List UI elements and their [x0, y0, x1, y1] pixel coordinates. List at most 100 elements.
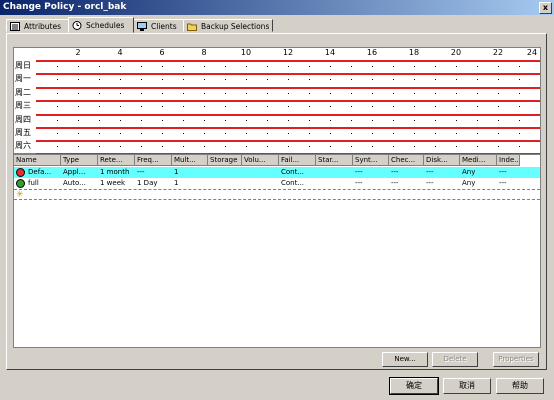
table-cell: 1: [174, 179, 179, 187]
cancel-button[interactable]: 取消: [443, 378, 491, 394]
hour-tick: [498, 119, 499, 121]
tab-attributes[interactable]: Attributes: [6, 19, 69, 32]
hour-tick: [78, 119, 79, 121]
table-header: Name Type Rete... Freq... Mult... Storage Volu…: [14, 155, 540, 166]
hour-tick: [78, 146, 79, 148]
table-cell: [208, 178, 242, 189]
table-cell: Cont...: [281, 179, 305, 187]
hour-tick: [183, 133, 184, 134]
delete-button[interactable]: Delete: [432, 352, 478, 367]
table-row[interactable]: Defa... Appl... 1 month --- 1 Cont... --- --- --…: [14, 167, 540, 178]
hour-tick: [456, 66, 457, 67]
hour-tick: [330, 119, 331, 121]
column-header[interactable]: Chec...: [389, 155, 424, 166]
ok-button[interactable]: 确定: [389, 377, 439, 395]
column-header[interactable]: Disk...: [424, 155, 460, 166]
hour-tick: [141, 133, 142, 134]
hour-tick: [183, 79, 184, 81]
hour-tick: [435, 92, 436, 94]
hour-tick: [78, 92, 79, 94]
new-button[interactable]: New...: [382, 352, 428, 367]
tab-backup-selections[interactable]: Backup Selections: [183, 19, 273, 32]
column-header[interactable]: Storage: [208, 155, 242, 166]
column-header[interactable]: Fail...: [279, 155, 316, 166]
tab-clients[interactable]: Clients: [133, 19, 184, 32]
tab-schedules[interactable]: Schedules: [68, 17, 134, 33]
properties-button[interactable]: Properties: [493, 352, 539, 367]
hour-tick: [225, 92, 226, 94]
title-bar: Change Policy - orcl_bak x: [0, 0, 554, 15]
new-schedule-row[interactable]: ✳: [14, 189, 540, 200]
hour-tick: [162, 66, 163, 67]
hour-label: 24: [526, 48, 538, 57]
column-header[interactable]: Medi...: [460, 155, 497, 166]
hour-tick: [204, 66, 205, 67]
hour-tick: [99, 119, 100, 121]
hour-label: 6: [159, 48, 165, 57]
hour-tick: [309, 92, 310, 94]
hour-tick: [498, 106, 499, 108]
table-cell: Auto...: [63, 179, 86, 187]
tab-backup-selections-label: Backup Selections: [201, 22, 270, 31]
hour-label: 4: [117, 48, 123, 57]
close-button[interactable]: x: [539, 2, 552, 14]
hour-tick: [372, 146, 373, 148]
table-row[interactable]: full Auto... 1 week 1 Day 1 Cont... --- --- --- A…: [14, 178, 540, 189]
hour-tick: [141, 106, 142, 108]
hour-tick: [162, 119, 163, 121]
hour-tick: [477, 66, 478, 67]
hour-tick: [414, 79, 415, 81]
hour-tick: [288, 146, 289, 148]
hour-label: 22: [492, 48, 504, 57]
hour-tick: [120, 119, 121, 121]
column-header[interactable]: Freq...: [135, 155, 172, 166]
hour-label: 18: [408, 48, 420, 57]
hour-tick: [372, 92, 373, 94]
column-header[interactable]: Rete...: [98, 155, 135, 166]
column-header[interactable]: Star...: [316, 155, 353, 166]
help-button[interactable]: 帮助: [496, 378, 544, 394]
hour-tick: [351, 133, 352, 134]
table-cell: ---: [499, 168, 507, 176]
schedule-grid[interactable]: 2 4 6 8 10 12 14 16 18 20 22 24 周日 周一 周二 周三 周四 周五 周六: [13, 47, 541, 155]
column-header[interactable]: Name: [14, 155, 61, 166]
hour-tick: [57, 146, 58, 148]
table-cell: ---: [137, 168, 145, 176]
hour-tick: [246, 119, 247, 121]
hour-tick: [351, 106, 352, 108]
hour-tick: [456, 106, 457, 108]
day-label: 周一: [15, 74, 31, 84]
hour-tick: [162, 146, 163, 148]
column-header[interactable]: Inde...: [497, 155, 520, 166]
hour-tick: [456, 79, 457, 81]
table-cell: [208, 167, 242, 178]
hour-tick: [141, 92, 142, 94]
hour-tick: [498, 92, 499, 94]
hour-tick: [393, 133, 394, 134]
column-header[interactable]: Volu...: [242, 155, 279, 166]
hour-tick: [330, 146, 331, 148]
table-cell: Any: [462, 168, 476, 176]
hour-tick: [120, 133, 121, 134]
schedule-window-line: [36, 140, 540, 143]
hour-tick: [288, 79, 289, 81]
day-label: 周六: [15, 141, 31, 151]
table-cell: ---: [391, 168, 399, 176]
clients-icon: [137, 22, 147, 31]
hour-tick: [225, 79, 226, 81]
table-cell: [242, 178, 279, 189]
hour-tick: [435, 146, 436, 148]
hour-tick: [519, 79, 520, 81]
column-header[interactable]: Synt...: [353, 155, 389, 166]
hour-tick: [351, 92, 352, 94]
hour-tick: [519, 146, 520, 148]
window-title: Change Policy - orcl_bak: [3, 2, 127, 12]
hour-tick: [141, 146, 142, 148]
column-header[interactable]: Type: [61, 155, 98, 166]
hour-tick: [372, 66, 373, 67]
table-cell: Defa...: [28, 168, 52, 176]
schedule-window-line: [36, 86, 540, 89]
column-header[interactable]: Mult...: [172, 155, 208, 166]
hour-tick: [141, 66, 142, 67]
hour-label: 2: [75, 48, 81, 57]
